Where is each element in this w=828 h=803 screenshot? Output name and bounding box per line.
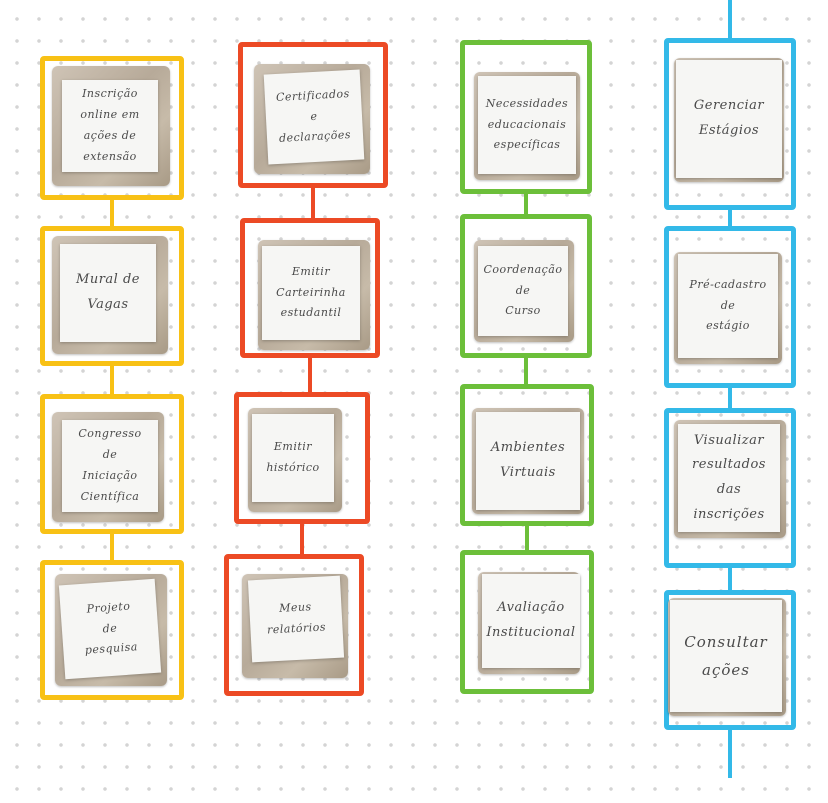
connector-line [525, 526, 529, 550]
sticky-note-text: Ambientes Virtuais [490, 440, 566, 480]
connector-line [728, 568, 732, 590]
sticky-note[interactable]: Emitir histórico [252, 414, 334, 502]
sticky-note[interactable]: Coordenação de Curso [478, 246, 568, 336]
sticky-note[interactable]: Congresso de Iniciação Científica [62, 420, 158, 512]
sticky-note-text: Visualizar resultados das inscrições [692, 432, 766, 522]
sticky-note[interactable]: Avaliação Institucional [482, 574, 580, 668]
sticky-note-text: Mural de Vagas [76, 272, 140, 312]
sticky-note[interactable]: Consultar ações [670, 600, 782, 712]
connector-line [728, 210, 732, 226]
connector-line [728, 0, 732, 38]
sticky-note[interactable]: Inscrição online em ações de extensão [62, 80, 158, 172]
sticky-note-text: Inscrição online em ações de extensão [80, 87, 140, 163]
sticky-note-text: Emitir Carteirinha estudantil [276, 264, 346, 320]
sticky-note-text: Coordenação de Curso [483, 262, 563, 318]
connector-line [308, 358, 312, 392]
sticky-note[interactable]: Meus relatórios [247, 575, 345, 663]
sticky-note-text: Necessidades educacionais específicas [485, 96, 569, 152]
sticky-note[interactable]: Necessidades educacionais específicas [478, 76, 576, 174]
sticky-note[interactable]: Emitir Carteirinha estudantil [262, 246, 360, 340]
connector-line [728, 730, 732, 778]
connector-line [110, 534, 114, 560]
sticky-note-text: Gerenciar Estágios [693, 98, 765, 138]
sticky-note-text: Consultar ações [684, 632, 768, 680]
sticky-note-text: Meus relatórios [266, 600, 327, 637]
sticky-note[interactable]: Ambientes Virtuais [476, 412, 580, 510]
sticky-note[interactable]: Mural de Vagas [60, 244, 156, 342]
connector-line [728, 388, 732, 408]
sticky-note-text: Avaliação Institucional [486, 600, 576, 640]
sticky-note-text: Congresso de Iniciação Científica [78, 427, 142, 503]
sticky-note[interactable]: Visualizar resultados das inscrições [678, 424, 780, 532]
sticky-note-board: Inscrição online em ações de extensão Mur… [0, 0, 828, 803]
sticky-note[interactable]: Gerenciar Estágios [676, 60, 782, 178]
sticky-note-text: Certificados e declarações [275, 86, 352, 146]
sticky-note[interactable]: Certificados e declarações [263, 69, 365, 165]
connector-line [524, 358, 528, 384]
connector-line [311, 188, 315, 218]
sticky-note[interactable]: Pré-cadastro de estágio [678, 254, 778, 358]
connector-line [524, 194, 528, 214]
sticky-note-text: Emitir histórico [266, 440, 320, 474]
sticky-note[interactable]: Projeto de pesquisa [58, 578, 162, 680]
sticky-note-text: Pré-cadastro de estágio [689, 277, 767, 333]
connector-line [110, 366, 114, 394]
connector-line [110, 200, 114, 226]
sticky-note-text: Projeto de pesquisa [84, 599, 139, 658]
connector-line [300, 524, 304, 554]
